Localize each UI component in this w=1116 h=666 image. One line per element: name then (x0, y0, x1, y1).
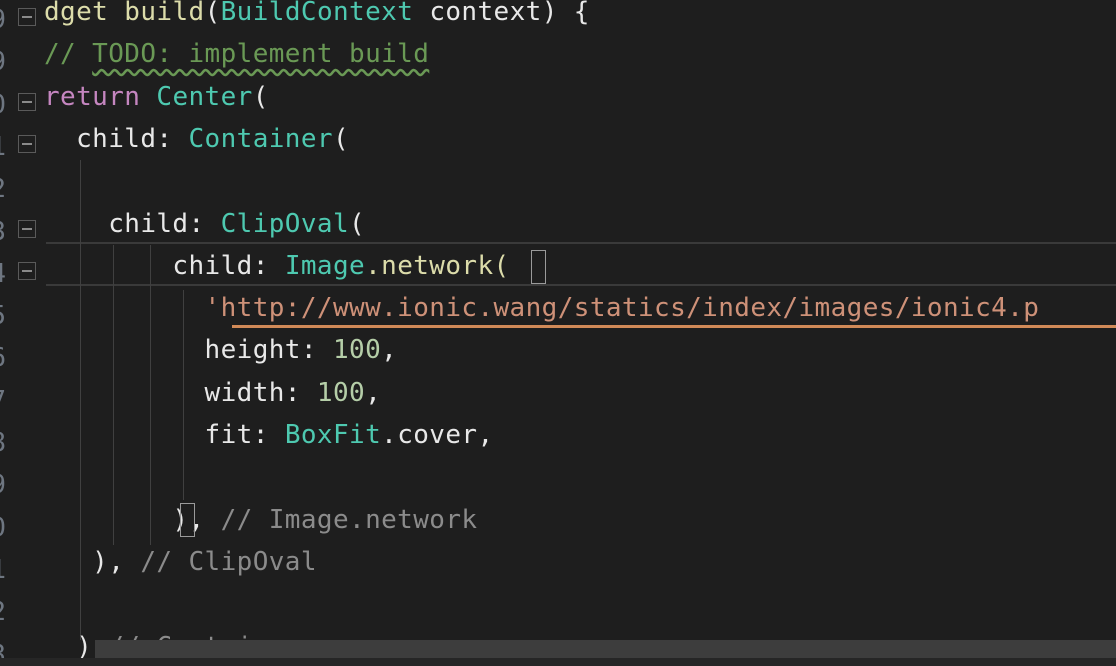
code-token: context) { (413, 0, 590, 27)
code-text[interactable]: ), // Image.network (44, 499, 477, 541)
code-text[interactable]: fit: BoxFit.cover, (44, 414, 494, 456)
code-token: child: (44, 123, 189, 154)
line-number: 9 (0, 2, 6, 38)
code-token: 100 (316, 377, 366, 408)
bracket-match-highlight (180, 503, 195, 537)
horizontal-scrollbar[interactable] (95, 640, 1116, 658)
string-underline (232, 325, 1116, 328)
code-text[interactable]: // TODO: implement build (44, 33, 429, 75)
code-token: TODO: implement build (92, 39, 430, 70)
code-token: child: (44, 250, 285, 281)
code-token: Container (188, 123, 333, 154)
code-token: .network( (365, 250, 510, 281)
line-number: 2 (0, 594, 6, 630)
line-number: 1 (0, 552, 6, 588)
line-number: 6 (0, 340, 6, 376)
code-token: width: (44, 377, 317, 408)
code-token: , (381, 335, 398, 366)
code-token: ( (332, 123, 350, 154)
bracket-match-highlight (531, 250, 546, 284)
line-number: 3 (0, 214, 6, 250)
fold-toggle-icon[interactable] (18, 134, 36, 153)
code-editor[interactable]: 9dget build(BuildContext context) {9// T… (0, 0, 1116, 666)
code-token: // ClipOval (140, 546, 317, 577)
code-token: .cover, (381, 420, 494, 450)
fold-toggle-icon[interactable] (18, 219, 36, 238)
code-token: ), (44, 546, 141, 577)
fold-toggle-icon[interactable] (18, 8, 36, 26)
code-token: Center (156, 81, 253, 112)
code-text[interactable]: child: ClipOval( (44, 203, 365, 245)
editor-bottom-edge (0, 658, 1116, 666)
code-token: return (44, 81, 141, 112)
line-number: 1 (0, 129, 6, 165)
code-token: // Image.network (220, 504, 478, 535)
code-text[interactable]: return Center( (44, 76, 269, 118)
code-text[interactable]: child: Image.network( (44, 245, 510, 287)
code-text[interactable]: height: 100, (44, 329, 397, 371)
code-line[interactable]: 1 child: Container( (0, 124, 1116, 169)
line-number: 0 (0, 87, 6, 123)
code-token: dget (44, 0, 125, 27)
code-text[interactable]: ), // ClipOval (44, 541, 317, 583)
code-token: 100 (332, 335, 382, 366)
code-token: BoxFit (284, 420, 382, 450)
code-token: build (124, 0, 205, 27)
fold-toggle-icon[interactable] (18, 261, 36, 280)
code-line[interactable]: 1 ), // ClipOval (0, 547, 1116, 592)
line-number: 7 (0, 383, 6, 419)
line-number: 8 (0, 425, 6, 461)
line-number: 2 (0, 171, 6, 207)
code-token: fit: (44, 420, 285, 450)
code-text[interactable]: 'http://www.ionic.wang/statics/index/ima… (44, 287, 1039, 329)
code-token: 'http://www.ionic.wang/statics/index/ima… (44, 293, 1040, 324)
line-number: 4 (0, 256, 6, 292)
code-text[interactable]: child: Container( (44, 118, 349, 160)
code-token: ( (204, 0, 221, 27)
line-number: 0 (0, 510, 6, 546)
code-text[interactable]: width: 100, (44, 372, 381, 414)
line-number: 5 (0, 298, 6, 334)
code-token: BuildContext (220, 0, 414, 27)
code-token: ( (349, 208, 366, 239)
code-line[interactable]: 8 fit: BoxFit.cover, (0, 420, 1116, 465)
line-number: 9 (0, 467, 6, 503)
code-token: height: (44, 335, 333, 366)
code-token: Image (284, 250, 366, 281)
code-token: ( (252, 81, 269, 112)
fold-toggle-icon[interactable] (18, 92, 36, 111)
code-token: // (44, 39, 93, 70)
code-token: ClipOval (220, 208, 350, 239)
code-token: , (365, 377, 382, 408)
line-number: 9 (0, 44, 6, 80)
code-token: child: (44, 208, 221, 239)
code-text[interactable]: dget build(BuildContext context) { (44, 0, 590, 33)
